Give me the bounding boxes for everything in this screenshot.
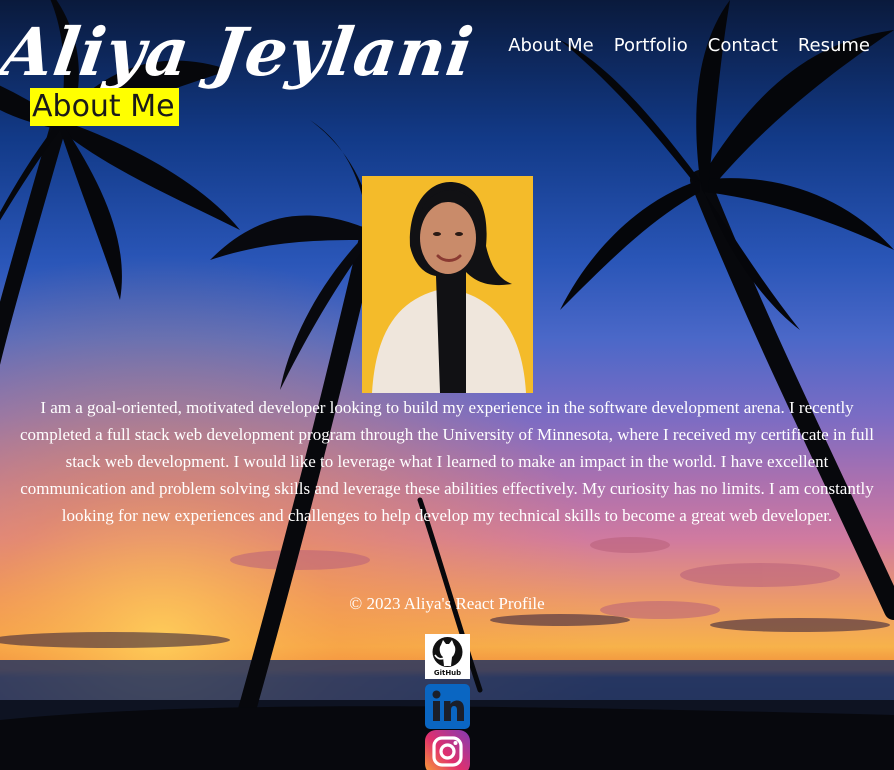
github-label: GitHub	[433, 669, 462, 677]
linkedin-link[interactable]	[425, 684, 470, 729]
site-logo[interactable]: Aliya Jeylani	[0, 12, 479, 92]
main-nav: About Me Portfolio Contact Resume	[508, 34, 870, 58]
linkedin-icon	[425, 684, 470, 729]
instagram-link[interactable]	[425, 730, 470, 770]
nav-portfolio[interactable]: Portfolio	[614, 34, 688, 58]
nav-about-me[interactable]: About Me	[508, 34, 594, 58]
github-link[interactable]: GitHub	[425, 634, 470, 679]
profile-photo	[362, 176, 533, 393]
copyright-text: © 2023 Aliya's React Profile	[349, 594, 545, 613]
bio-paragraph: I am a goal-oriented, motivated develope…	[20, 398, 874, 525]
section-title: About Me	[30, 88, 179, 126]
nav-contact[interactable]: Contact	[708, 34, 778, 58]
nav-resume[interactable]: Resume	[798, 34, 870, 58]
instagram-icon	[425, 730, 470, 770]
